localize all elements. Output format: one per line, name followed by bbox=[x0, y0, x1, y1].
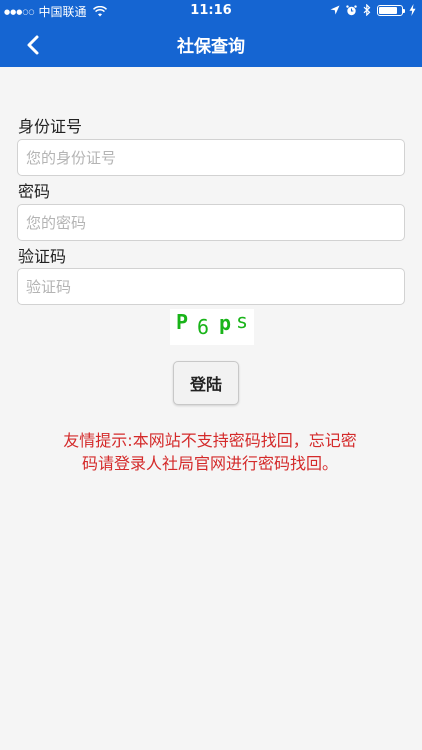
captcha-char: P bbox=[176, 310, 189, 334]
alarm-icon bbox=[346, 4, 357, 15]
status-bar: ●●●○○ 中国联通 11:16 bbox=[0, 0, 422, 22]
id-number-label: 身份证号 bbox=[18, 117, 83, 136]
location-icon bbox=[330, 5, 340, 15]
login-button[interactable]: 登陆 bbox=[173, 361, 239, 405]
id-number-input[interactable] bbox=[17, 139, 405, 176]
bluetooth-icon bbox=[363, 4, 371, 16]
password-input[interactable] bbox=[17, 204, 405, 241]
captcha-image[interactable]: P 6 p s bbox=[170, 309, 254, 345]
notice-text: 友情提示:本网站不支持密码找回，忘记密 码请登录人社局官网进行密码找回。 bbox=[55, 429, 365, 475]
app-header: ●●●○○ 中国联通 11:16 社保查询 bbox=[0, 0, 422, 67]
battery-level-fill bbox=[379, 6, 397, 14]
captcha-char: p bbox=[219, 311, 232, 335]
charging-icon bbox=[409, 4, 416, 16]
captcha-input[interactable] bbox=[17, 268, 405, 305]
navigation-bar: 社保查询 bbox=[0, 22, 422, 67]
captcha-label: 验证码 bbox=[18, 247, 67, 266]
page-title: 社保查询 bbox=[177, 37, 245, 57]
battery-icon bbox=[377, 4, 405, 16]
captcha-char: s bbox=[236, 309, 249, 333]
password-label: 密码 bbox=[18, 182, 51, 201]
status-right bbox=[330, 4, 416, 16]
notice-line: 码请登录人社局官网进行密码找回。 bbox=[81, 454, 338, 473]
captcha-char: 6 bbox=[197, 315, 210, 339]
notice-line: 友情提示:本网站不支持密码找回，忘记密 bbox=[63, 431, 357, 450]
